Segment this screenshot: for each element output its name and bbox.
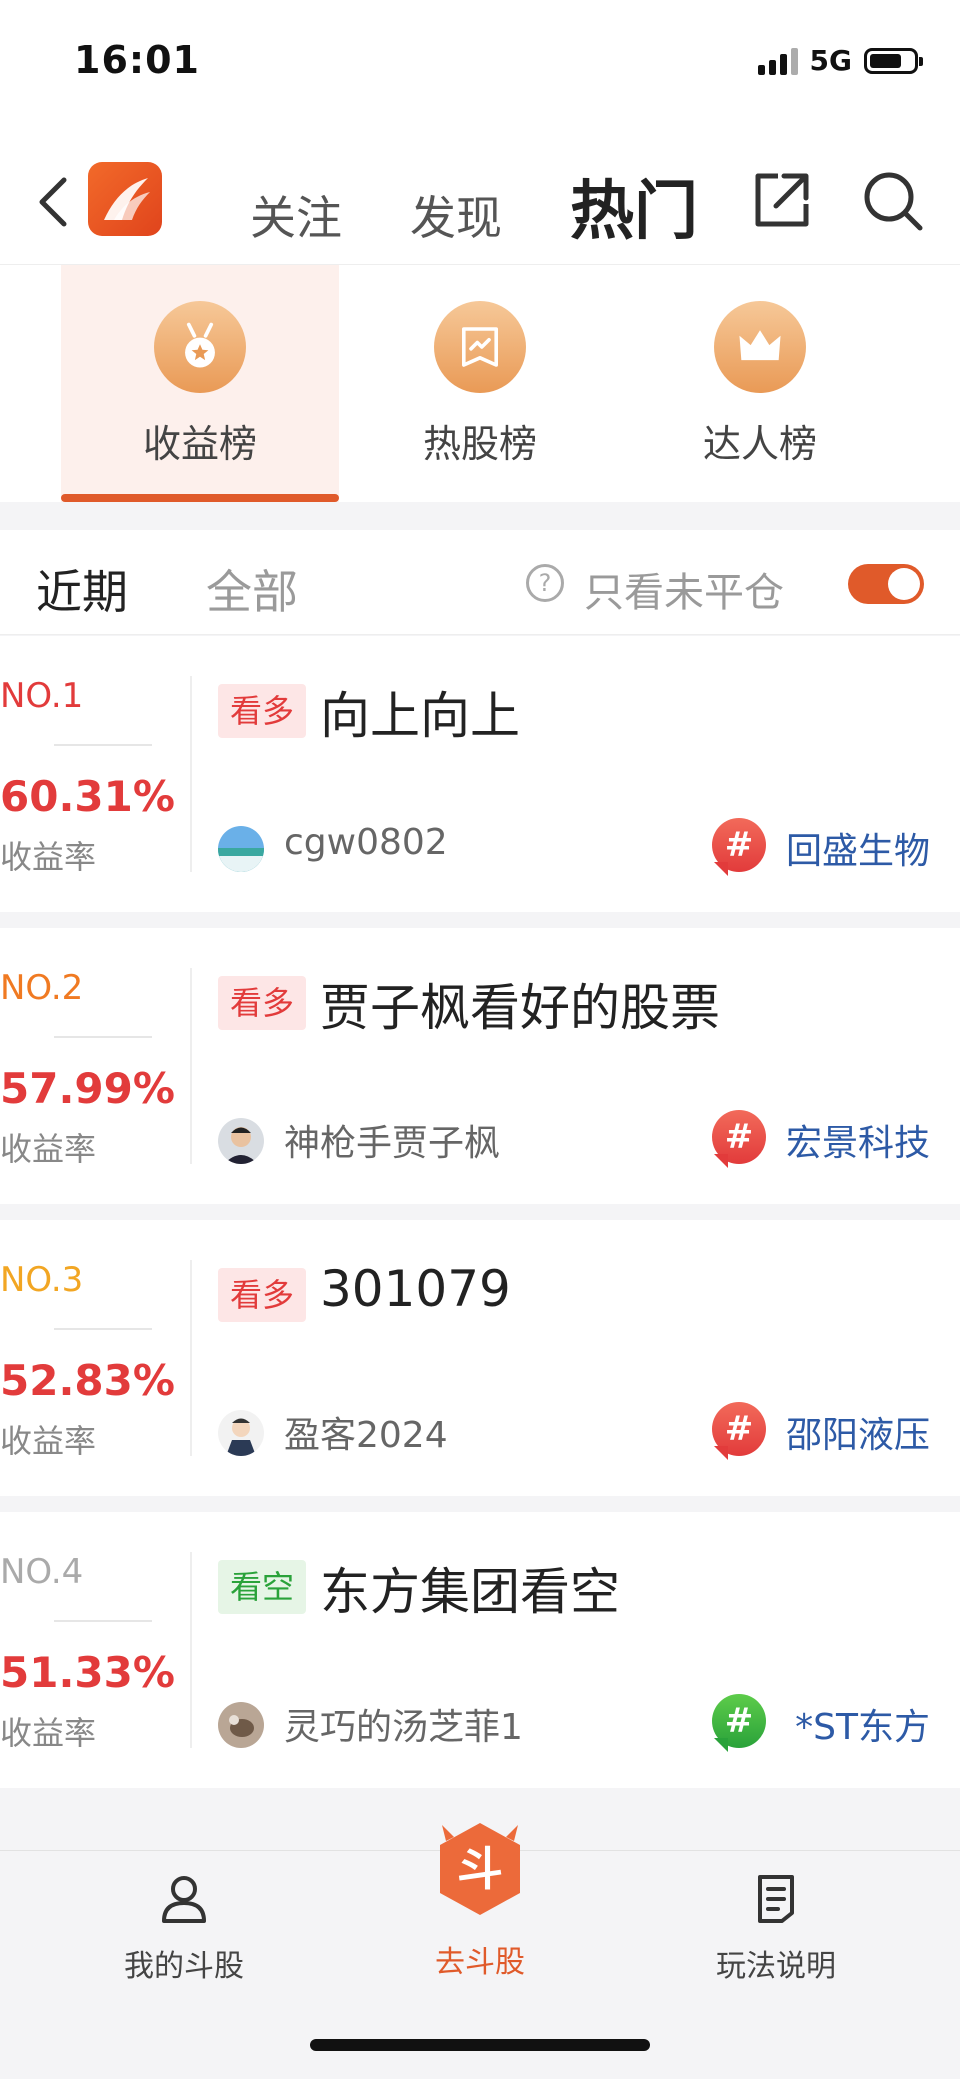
list-item[interactable]: NO.1 60.31% 收益率 看多 向上向上 cgw0802 # 回盛生物 <box>0 636 960 912</box>
tab-discover[interactable]: 发现 <box>410 182 502 248</box>
return-rate-label: 收益率 <box>0 838 97 876</box>
stock-link[interactable]: 邵阳液压 <box>786 1406 930 1458</box>
search-icon[interactable] <box>860 168 926 234</box>
category-hot-stocks[interactable]: 热股榜 <box>341 265 619 502</box>
tab-label: 玩法说明 <box>716 1949 836 1984</box>
avatar[interactable] <box>218 1118 264 1164</box>
rank-divider <box>54 1620 152 1622</box>
battery-level <box>870 53 902 68</box>
stock-link[interactable]: 回盛生物 <box>786 822 930 874</box>
toggle-knob <box>888 568 920 600</box>
status-time: 16:01 <box>74 38 200 82</box>
username[interactable]: 神枪手贾子枫 <box>284 1114 500 1166</box>
bottom-tab-bar: 我的斗股 去斗股 斗 玩法说明 <box>0 1823 960 2079</box>
ranking-list: NO.1 60.31% 收益率 看多 向上向上 cgw0802 # 回盛生物 N… <box>0 636 960 1804</box>
hashtag-icon: # <box>712 1402 766 1460</box>
return-rate: 60.31% <box>0 772 175 821</box>
dou-badge-icon[interactable]: 斗 <box>434 1819 526 1919</box>
status-bar: 16:01 5G <box>0 0 960 130</box>
tab-label: 去斗股 <box>435 1945 525 1980</box>
tab-follow[interactable]: 关注 <box>250 182 342 248</box>
filter-all[interactable]: 全部 <box>206 556 298 622</box>
post-title[interactable]: 贾子枫看好的股票 <box>320 968 720 1040</box>
category-profit[interactable]: 收益榜 <box>61 265 339 502</box>
return-rate: 51.33% <box>0 1648 175 1697</box>
tab-my-dou[interactable]: 我的斗股 <box>74 1851 294 1985</box>
post-title[interactable]: 301079 <box>320 1260 511 1318</box>
person-icon <box>162 1876 206 1923</box>
rank-number: NO.4 <box>0 1552 84 1592</box>
help-icon[interactable]: ? <box>526 564 564 602</box>
back-arrow-icon[interactable] <box>28 172 78 232</box>
tab-hot[interactable]: 热门 <box>570 160 698 252</box>
rank-number: NO.2 <box>0 968 84 1008</box>
hashtag-icon: # <box>712 1110 766 1168</box>
stock-link[interactable]: 宏景科技 <box>786 1114 930 1166</box>
share-icon[interactable] <box>750 168 814 232</box>
app-logo-icon[interactable] <box>88 162 162 236</box>
category-label: 达人榜 <box>702 422 817 466</box>
top-nav: 关注 发现 热门 <box>0 130 960 265</box>
column-divider <box>190 1552 192 1748</box>
bullish-tag: 看多 <box>218 976 307 1030</box>
only-open-toggle[interactable] <box>848 564 924 604</box>
category-bar: 收益榜 热股榜 达人榜 <box>0 265 960 502</box>
stock-link[interactable]: *ST东方 <box>795 1698 930 1750</box>
document-icon <box>758 1875 794 1923</box>
username[interactable]: 灵巧的汤芝菲1 <box>284 1698 523 1750</box>
rank-divider <box>54 1036 152 1038</box>
home-indicator[interactable] <box>310 2039 650 2051</box>
return-rate: 52.83% <box>0 1356 175 1405</box>
return-rate-label: 收益率 <box>0 1714 97 1752</box>
rank-divider <box>54 744 152 746</box>
avatar[interactable] <box>218 1702 264 1748</box>
avatar[interactable] <box>218 1410 264 1456</box>
category-label: 收益榜 <box>142 422 257 466</box>
post-title[interactable]: 东方集团看空 <box>320 1552 620 1624</box>
list-item[interactable]: NO.2 57.99% 收益率 看多 贾子枫看好的股票 神枪手贾子枫 # 宏景科… <box>0 928 960 1204</box>
username[interactable]: cgw0802 <box>284 822 448 863</box>
tab-rules[interactable]: 玩法说明 <box>666 1851 886 1985</box>
only-open-label: 只看未平仓 <box>584 570 784 616</box>
signal-icon <box>757 47 798 75</box>
return-rate-label: 收益率 <box>0 1422 97 1460</box>
list-item[interactable]: NO.3 52.83% 收益率 看多 301079 盈客2024 # 邵阳液压 <box>0 1220 960 1496</box>
filter-recent[interactable]: 近期 <box>36 556 128 622</box>
battery-icon <box>864 47 923 74</box>
active-underline <box>61 494 339 502</box>
dou-glyph: 斗 <box>457 1842 503 1896</box>
return-rate-label: 收益率 <box>0 1130 97 1168</box>
network-label: 5G <box>809 44 852 77</box>
column-divider <box>190 676 192 872</box>
tab-label: 我的斗股 <box>124 1949 244 1984</box>
hashtag-icon: # <box>712 818 766 876</box>
medal-icon <box>154 301 246 393</box>
rank-divider <box>54 1328 152 1330</box>
filter-bar: 近期 全部 ? 只看未平仓 <box>0 530 960 635</box>
crown-icon <box>714 301 806 393</box>
rank-number: NO.1 <box>0 676 84 716</box>
list-item[interactable]: NO.4 51.33% 收益率 看空 东方集团看空 灵巧的汤芝菲1 # *ST东… <box>0 1512 960 1788</box>
return-rate: 57.99% <box>0 1064 175 1113</box>
rank-number: NO.3 <box>0 1260 84 1300</box>
column-divider <box>190 1260 192 1456</box>
username[interactable]: 盈客2024 <box>284 1406 448 1458</box>
category-label: 热股榜 <box>422 422 537 466</box>
post-title[interactable]: 向上向上 <box>320 676 520 748</box>
category-experts[interactable]: 达人榜 <box>621 265 899 502</box>
hashtag-icon: # <box>712 1694 766 1752</box>
bullish-tag: 看多 <box>218 684 307 738</box>
bearish-tag: 看空 <box>218 1560 307 1614</box>
trend-flag-icon <box>434 301 526 393</box>
bullish-tag: 看多 <box>218 1268 307 1322</box>
avatar[interactable] <box>218 826 264 872</box>
column-divider <box>190 968 192 1164</box>
